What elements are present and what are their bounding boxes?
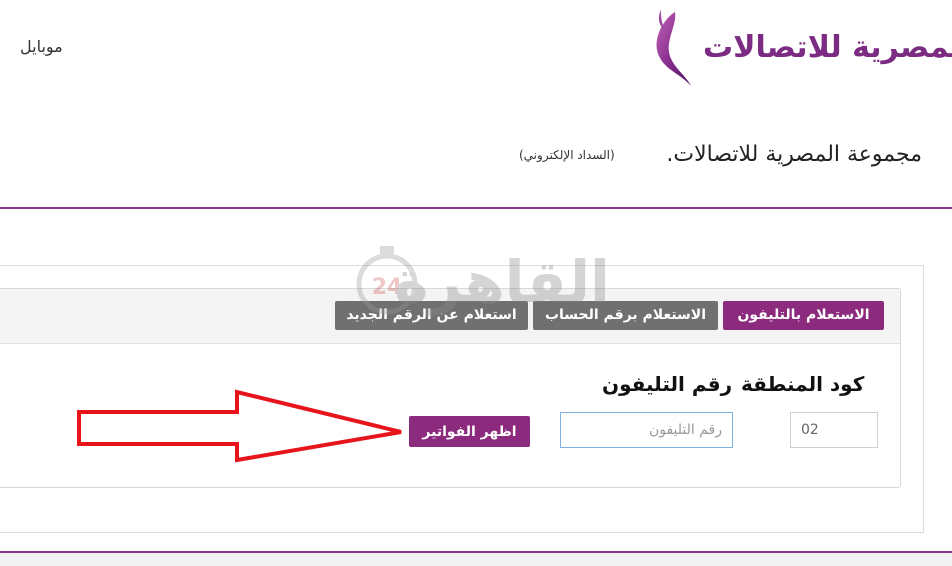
page-title: مجموعة المصرية للاتصالات. xyxy=(666,142,922,167)
tab-phone-inquiry[interactable]: الاستعلام بالتليفون xyxy=(723,301,884,330)
phone-number-label: رقم التليفون xyxy=(602,372,733,396)
show-bills-button[interactable]: اظهر الفواتير xyxy=(409,416,530,447)
top-divider xyxy=(0,207,952,209)
area-code-input[interactable] xyxy=(790,412,878,448)
footer-strip xyxy=(0,553,952,566)
watermark-text: القاهرة xyxy=(394,248,610,317)
phone-number-input[interactable] xyxy=(560,412,733,448)
red-arrow-annotation xyxy=(77,389,402,463)
brand-logo[interactable]: المصرية للاتصالات xyxy=(645,8,952,90)
watermark-logo: 24 القاهرة xyxy=(342,232,612,327)
page-subtitle: (السداد الإلكتروني) xyxy=(519,148,615,162)
area-code-label: كود المنطقة xyxy=(741,372,865,396)
logo-text: المصرية للاتصالات xyxy=(703,30,952,65)
mobile-link[interactable]: موبايل xyxy=(20,37,63,56)
logo-swoosh-icon xyxy=(656,10,691,86)
